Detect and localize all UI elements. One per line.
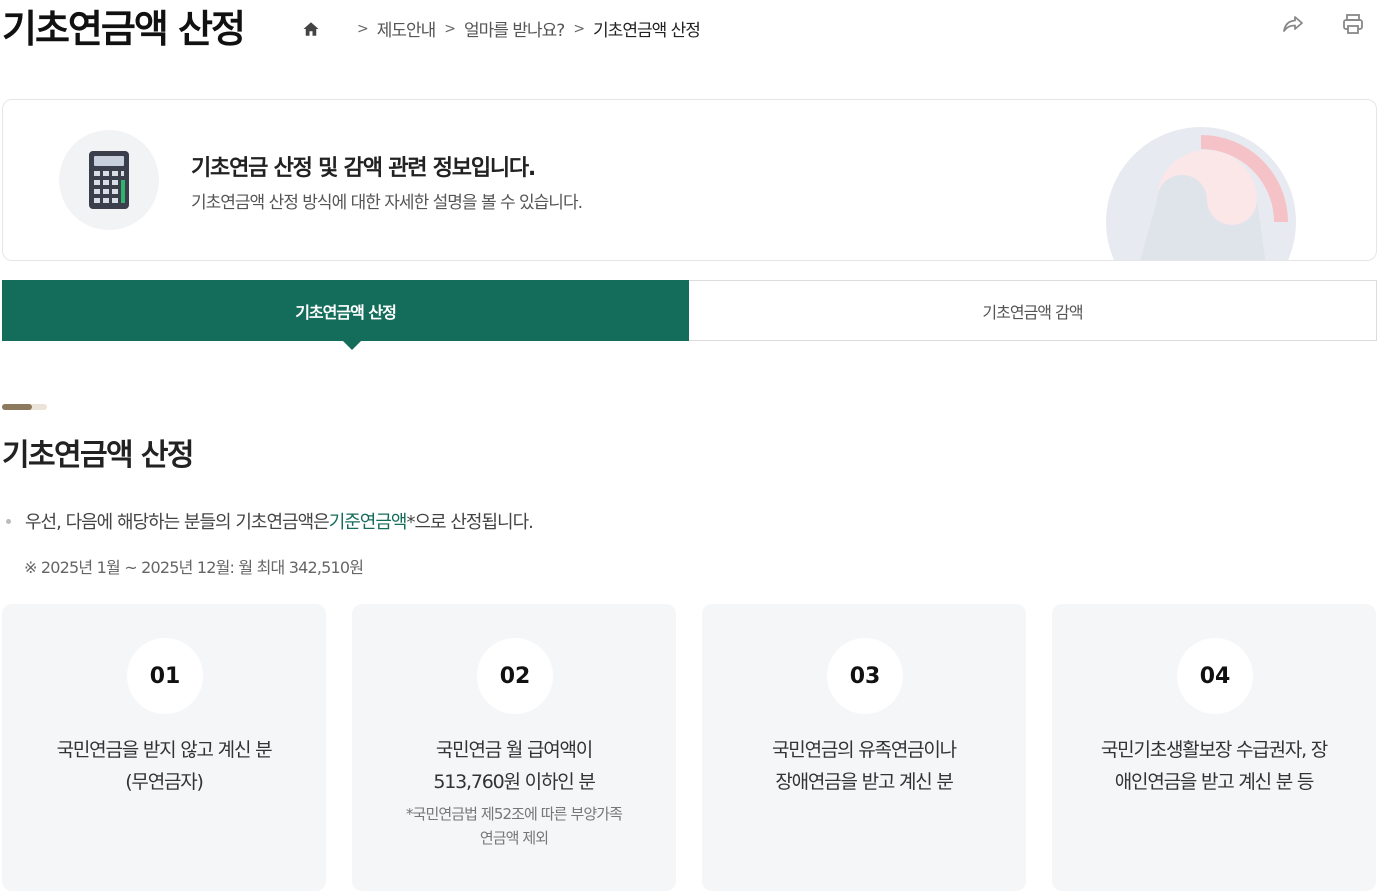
breadcrumb-separator: > xyxy=(357,20,369,37)
print-icon[interactable] xyxy=(1341,12,1365,36)
card-number: 02 xyxy=(477,638,553,714)
tab-bar: 기초연금액 산정 기초연금액 감액 xyxy=(2,280,1377,350)
card-footnote: *국민연금법 제52조에 따른 부양가족 연금액 제외 xyxy=(392,802,636,850)
card-line-1: 국민연금 월 급여액이 xyxy=(435,739,593,761)
amount-note: ※ 2025년 1월 ~ 2025년 12월: 월 최대 342,510원 xyxy=(24,558,364,577)
card-number: 01 xyxy=(127,638,203,714)
intro-text: 우선, 다음에 해당하는 분들의 기초연금액은 기준연금액 *으로 산정됩니다. xyxy=(6,508,534,534)
breadcrumb-separator: > xyxy=(444,20,456,37)
tab-reduction[interactable]: 기초연금액 감액 xyxy=(689,280,1377,341)
breadcrumb-item-amount[interactable]: 얼마를 받나요? xyxy=(464,16,565,41)
intro-after: *으로 산정됩니다. xyxy=(406,512,534,533)
top-actions xyxy=(1281,12,1365,36)
card-text: 국민기초생활보장 수급권자, 장 애인연금을 받고 계신 분 등 xyxy=(1092,734,1336,798)
card-footnote-line-2: 연금액 제외 xyxy=(479,829,549,847)
card-1: 01 국민연금을 받지 않고 계신 분 (무연금자) xyxy=(2,604,326,891)
info-box: 기초연금 산정 및 감액 관련 정보입니다. 기초연금액 산정 방식에 대한 자… xyxy=(2,99,1377,261)
calculator-icon xyxy=(89,151,129,209)
breadcrumb-separator: > xyxy=(573,20,585,37)
breadcrumb-item-current[interactable]: 기초연금액 산정 xyxy=(593,16,701,41)
share-icon[interactable] xyxy=(1281,12,1305,36)
breadcrumb-item-system[interactable]: 제도안내 xyxy=(377,16,437,41)
intro-highlight: 기준연금액 xyxy=(328,512,408,533)
info-title: 기초연금 산정 및 감액 관련 정보입니다. xyxy=(191,156,536,181)
card-line-1: 국민기초생활보장 수급권자, 장 xyxy=(1100,739,1328,761)
breadcrumb: > 제도안내 > 얼마를 받나요? > 기초연금액 산정 xyxy=(302,16,701,41)
info-description: 기초연금액 산정 방식에 대한 자세한 설명을 볼 수 있습니다. xyxy=(191,193,583,213)
card-text: 국민연금을 받지 않고 계신 분 (무연금자) xyxy=(42,734,286,798)
card-number: 04 xyxy=(1177,638,1253,714)
section-decoration xyxy=(2,404,47,410)
card-line-2: 애인연금을 받고 계신 분 등 xyxy=(1114,771,1315,793)
card-line-2: 장애연금을 받고 계신 분 xyxy=(775,771,954,793)
card-text: 국민연금 월 급여액이 513,760원 이하인 분 xyxy=(392,734,636,798)
card-line-1: 국민연금의 유족연금이나 xyxy=(772,739,957,761)
tab-calculation[interactable]: 기초연금액 산정 xyxy=(2,280,689,350)
calculator-icon-wrapper xyxy=(59,130,159,230)
card-text: 국민연금의 유족연금이나 장애연금을 받고 계신 분 xyxy=(742,734,986,798)
section-title: 기초연금액 산정 xyxy=(2,438,194,473)
intro-before: 우선, 다음에 해당하는 분들의 기초연금액은 xyxy=(25,512,330,533)
page-title: 기초연금액 산정 xyxy=(2,7,246,51)
bullet-dot xyxy=(6,518,11,524)
card-line-2: 513,760원 이하인 분 xyxy=(433,771,595,793)
card-2: 02 국민연금 월 급여액이 513,760원 이하인 분 *국민연금법 제52… xyxy=(352,604,676,891)
card-line-2: (무연금자) xyxy=(125,771,204,793)
card-list: 01 국민연금을 받지 않고 계신 분 (무연금자) 02 국민연금 월 급여액… xyxy=(2,604,1376,891)
card-3: 03 국민연금의 유족연금이나 장애연금을 받고 계신 분 xyxy=(702,604,1026,891)
government-emblem-icon xyxy=(1106,127,1296,260)
home-icon[interactable] xyxy=(302,20,320,38)
card-footnote-line-1: *국민연금법 제52조에 따른 부양가족 xyxy=(405,805,623,823)
card-4: 04 국민기초생활보장 수급권자, 장 애인연금을 받고 계신 분 등 xyxy=(1052,604,1376,891)
card-number: 03 xyxy=(827,638,903,714)
card-line-1: 국민연금을 받지 않고 계신 분 xyxy=(56,739,273,761)
